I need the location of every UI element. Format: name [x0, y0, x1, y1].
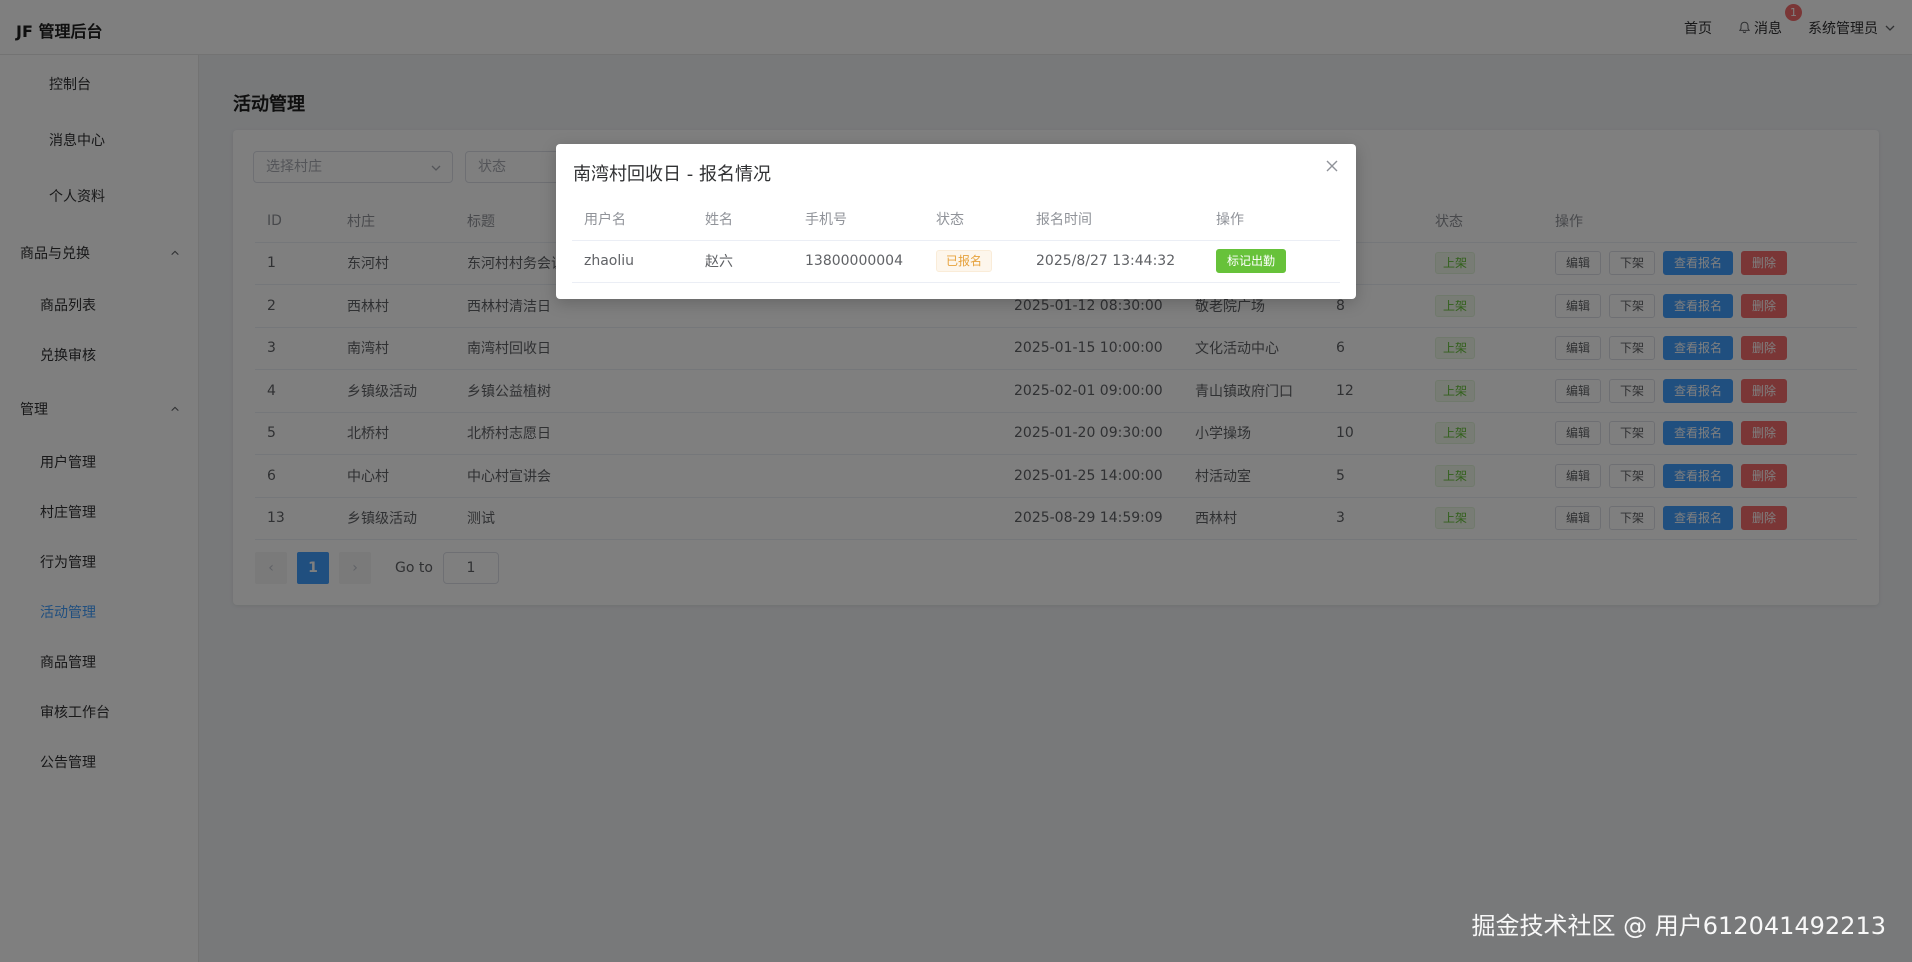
- mark-attendance-button[interactable]: 标记出勤: [1216, 249, 1287, 273]
- dcell-status: 已报名: [924, 240, 1024, 283]
- dcol-time: 报名时间: [1024, 198, 1204, 241]
- registration-dialog: 南湾村回收日 - 报名情况 用户名 姓名 手机号 状态 报名时间 操作 zhao…: [556, 144, 1356, 299]
- dialog-row: zhaoliu 赵六 13800000004 已报名 2025/8/27 13:44:3…: [572, 240, 1340, 283]
- dcol-action: 操作: [1204, 198, 1340, 241]
- dcol-phone: 手机号: [793, 198, 924, 241]
- dcol-username: 用户名: [572, 198, 693, 241]
- close-icon[interactable]: [1324, 158, 1340, 174]
- dcell-username: zhaoliu: [572, 240, 693, 283]
- dcell-name: 赵六: [693, 240, 793, 283]
- dialog-header-row: 用户名 姓名 手机号 状态 报名时间 操作: [572, 198, 1340, 241]
- status-badge: 已报名: [936, 250, 993, 272]
- watermark: 掘金技术社区 @ 用户612041492213: [1471, 912, 1887, 940]
- registration-table: 用户名 姓名 手机号 状态 报名时间 操作 zhaoliu 赵六 138000000…: [572, 198, 1340, 283]
- dcol-name: 姓名: [693, 198, 793, 241]
- dcell-time: 2025/8/27 13:44:32: [1024, 240, 1204, 283]
- dcell-phone: 13800000004: [793, 240, 924, 283]
- dcell-action: 标记出勤: [1204, 240, 1340, 283]
- dialog-title: 南湾村回收日 - 报名情况: [573, 164, 771, 185]
- dcol-status: 状态: [924, 198, 1024, 241]
